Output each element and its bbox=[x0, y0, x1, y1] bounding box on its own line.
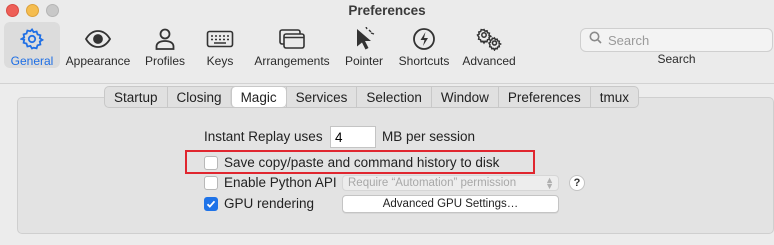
python-permission-popup[interactable]: Require “Automation” permission ▲ ▼ bbox=[342, 175, 559, 191]
gears-icon bbox=[475, 26, 503, 52]
lightning-icon bbox=[412, 26, 436, 52]
toolbar-profiles-label: Profiles bbox=[144, 54, 185, 68]
toolbar-general[interactable]: General bbox=[4, 22, 60, 68]
toolbar-shortcuts-label: Shortcuts bbox=[398, 54, 450, 68]
toolbar-pointer-label: Pointer bbox=[344, 54, 384, 68]
tab-closing[interactable]: Closing bbox=[166, 87, 231, 107]
python-api-checkbox[interactable] bbox=[204, 176, 218, 190]
search-label: Search bbox=[657, 52, 696, 66]
person-icon bbox=[154, 26, 176, 52]
instant-replay-label: Instant Replay uses bbox=[204, 129, 323, 144]
python-api-label: Enable Python API bbox=[224, 175, 337, 190]
search-icon bbox=[589, 31, 602, 49]
tab-selection[interactable]: Selection bbox=[356, 87, 431, 107]
gpu-rendering-label: GPU rendering bbox=[224, 196, 315, 211]
toolbar-shortcuts[interactable]: Shortcuts bbox=[396, 22, 452, 68]
toolbar-general-label: General bbox=[10, 54, 54, 68]
cursor-icon bbox=[353, 26, 375, 52]
toolbar-keys[interactable]: Keys bbox=[200, 22, 240, 68]
keyboard-icon bbox=[206, 26, 234, 52]
save-history-label: Save copy/paste and command history to d… bbox=[224, 155, 500, 170]
toolbar-keys-label: Keys bbox=[206, 54, 234, 68]
search-input[interactable] bbox=[608, 32, 758, 48]
instant-replay-unit: MB per session bbox=[382, 129, 476, 144]
gpu-rendering-checkbox[interactable] bbox=[204, 197, 218, 211]
tab-window[interactable]: Window bbox=[430, 87, 498, 107]
python-permission-value: Require “Automation” permission bbox=[348, 177, 517, 189]
search-field[interactable] bbox=[580, 28, 773, 52]
windows-icon bbox=[278, 26, 306, 52]
gear-icon bbox=[20, 26, 44, 52]
toolbar-pointer[interactable]: Pointer bbox=[342, 22, 386, 68]
tab-startup[interactable]: Startup bbox=[105, 87, 167, 107]
toolbar-profiles[interactable]: Profiles bbox=[140, 22, 190, 68]
window-title: Preferences bbox=[348, 3, 426, 18]
toolbar-advanced-label: Advanced bbox=[462, 54, 516, 68]
titlebar: Preferences General Appearance Profiles … bbox=[0, 0, 774, 84]
tab-tmux[interactable]: tmux bbox=[589, 87, 638, 107]
toolbar-arrangements[interactable]: Arrangements bbox=[252, 22, 332, 68]
tab-preferences[interactable]: Preferences bbox=[497, 87, 590, 107]
help-button[interactable]: ? bbox=[569, 175, 585, 191]
tab-magic[interactable]: Magic bbox=[230, 87, 286, 107]
chevron-updown-icon: ▲ ▼ bbox=[545, 175, 554, 191]
toolbar-appearance[interactable]: Appearance bbox=[64, 22, 132, 68]
eye-icon bbox=[84, 26, 112, 52]
save-history-checkbox[interactable] bbox=[204, 156, 218, 170]
toolbar-advanced[interactable]: Advanced bbox=[460, 22, 518, 68]
checkmark-icon bbox=[206, 200, 216, 208]
tab-bar: Startup Closing Magic Services Selection… bbox=[104, 86, 639, 108]
advanced-gpu-settings-button[interactable]: Advanced GPU Settings… bbox=[342, 195, 559, 213]
toolbar-arrangements-label: Arrangements bbox=[254, 54, 330, 68]
instant-replay-input[interactable] bbox=[330, 126, 376, 148]
toolbar-appearance-label: Appearance bbox=[65, 54, 131, 68]
tab-services[interactable]: Services bbox=[285, 87, 357, 107]
